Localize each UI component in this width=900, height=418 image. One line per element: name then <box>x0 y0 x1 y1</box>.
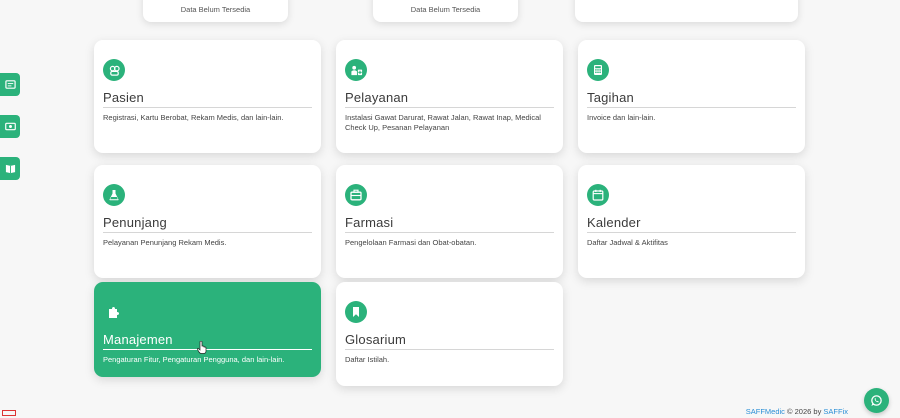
corner-mark <box>2 410 16 416</box>
menu-card-desc: Invoice dan lain-lain. <box>587 113 656 122</box>
menu-card-title: Pelayanan <box>345 90 554 108</box>
menu-card-title: Farmasi <box>345 215 554 233</box>
menu-card-glosarium[interactable]: Glosarium Daftar Istilah. <box>336 282 563 386</box>
stat-card-3 <box>575 0 798 22</box>
menu-card-desc: Instalasi Gawat Darurat, Rawat Jalan, Ra… <box>345 113 541 132</box>
menu-card-farmasi[interactable]: Farmasi Pengelolaan Farmasi dan Obat-oba… <box>336 165 563 278</box>
puzzle-icon <box>103 301 125 323</box>
menu-card-title: Tagihan <box>587 90 796 108</box>
menu-card-title: Pasien <box>103 90 312 108</box>
menu-card-desc: Daftar Jadwal & Aktifitas <box>587 238 668 247</box>
sidebar-button-register[interactable] <box>0 73 20 96</box>
patients-icon <box>103 59 125 81</box>
menu-card-title: Penunjang <box>103 215 312 233</box>
footer: SAFFMedic © 2026 by SAFFix <box>746 407 848 416</box>
footer-text: © 2026 by <box>784 407 824 416</box>
money-icon <box>4 122 16 131</box>
calculator-icon <box>587 59 609 81</box>
whatsapp-icon <box>871 395 882 406</box>
register-icon <box>4 80 16 89</box>
sidebar-button-book[interactable] <box>0 157 20 180</box>
footer-company[interactable]: SAFFix <box>823 407 848 416</box>
service-icon <box>345 59 367 81</box>
bookmark-icon <box>345 301 367 323</box>
menu-card-tagihan[interactable]: Tagihan Invoice dan lain-lain. <box>578 40 805 153</box>
footer-brand[interactable]: SAFFMedic <box>746 407 785 416</box>
menu-card-desc: Pengaturan Fitur, Pengaturan Pengguna, d… <box>103 355 285 364</box>
menu-card-title: Glosarium <box>345 332 554 350</box>
menu-card-manajemen[interactable]: Manajemen Pengaturan Fitur, Pengaturan P… <box>94 282 321 377</box>
menu-card-pasien[interactable]: Pasien Registrasi, Kartu Berobat, Rekam … <box>94 40 321 153</box>
menu-card-title: Kalender <box>587 215 796 233</box>
menu-card-desc: Daftar Istilah. <box>345 355 390 364</box>
menu-card-desc: Pelayanan Penunjang Rekam Medis. <box>103 238 227 247</box>
sidebar-button-money[interactable] <box>0 115 20 138</box>
menu-card-title: Manajemen <box>103 332 312 350</box>
flask-icon <box>103 184 125 206</box>
stat-card-2: Data Belum Tersedia <box>373 0 518 22</box>
stat-card-text: Data Belum Tersedia <box>180 5 251 14</box>
whatsapp-button[interactable] <box>864 388 889 413</box>
stat-card-1: Data Belum Tersedia <box>143 0 288 22</box>
menu-card-kalender[interactable]: Kalender Daftar Jadwal & Aktifitas <box>578 165 805 278</box>
stat-card-text: Data Belum Tersedia <box>410 5 481 14</box>
menu-card-pelayanan[interactable]: Pelayanan Instalasi Gawat Darurat, Rawat… <box>336 40 563 153</box>
medkit-icon <box>345 184 367 206</box>
cursor-hand-icon <box>197 341 207 354</box>
calendar-icon <box>587 184 609 206</box>
menu-card-desc: Registrasi, Kartu Berobat, Rekam Medis, … <box>103 113 284 122</box>
menu-card-penunjang[interactable]: Penunjang Pelayanan Penunjang Rekam Medi… <box>94 165 321 278</box>
book-icon <box>5 164 15 174</box>
menu-card-desc: Pengelolaan Farmasi dan Obat-obatan. <box>345 238 477 247</box>
